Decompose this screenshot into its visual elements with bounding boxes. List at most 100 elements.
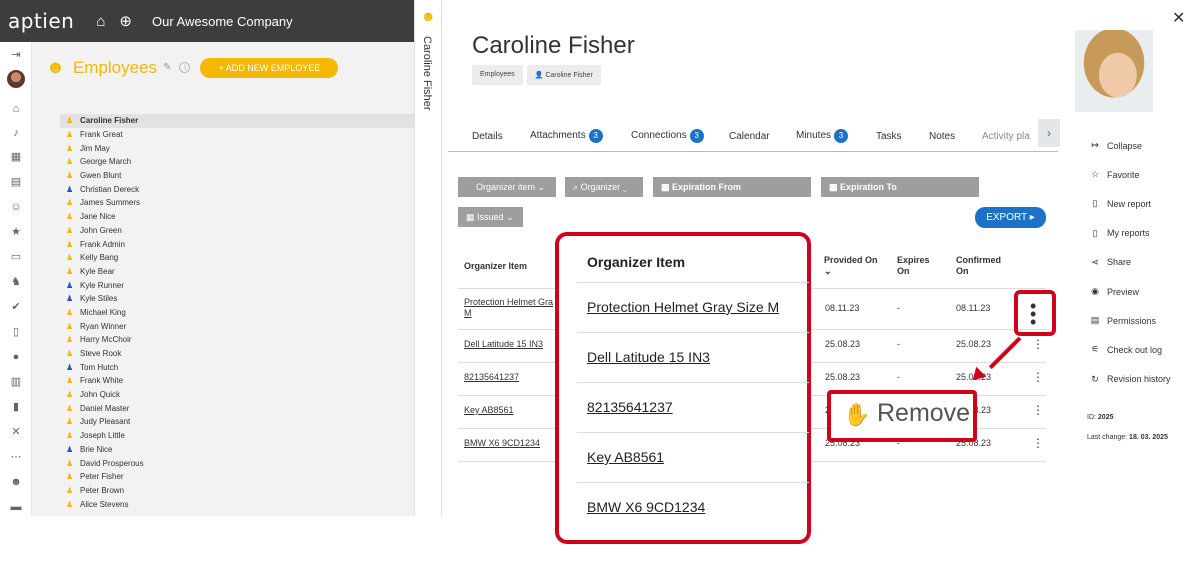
calendar-icon[interactable]: ▦: [9, 150, 23, 164]
row-menu-icon[interactable]: ⋮: [1032, 370, 1044, 384]
tab-notes[interactable]: Notes: [929, 131, 955, 142]
employee-list-item[interactable]: ♟ Michael King: [60, 306, 414, 320]
zoom-item[interactable]: Protection Helmet Gray Size M: [587, 299, 779, 315]
zoom-item[interactable]: 82135641237: [587, 399, 673, 415]
user-avatar[interactable]: [7, 70, 25, 88]
organizer-item-filter[interactable]: Organizer item ⌄: [458, 177, 556, 197]
employee-list-item[interactable]: ♟ George March: [60, 155, 414, 169]
export-button[interactable]: EXPORT ▸: [975, 207, 1046, 228]
tab-connections[interactable]: Connections 3: [631, 129, 704, 143]
employee-list-item[interactable]: ♟ Judy Pleasant: [60, 415, 414, 429]
organizer-item-link[interactable]: 82135641237: [464, 372, 519, 383]
employee-list-item[interactable]: ♟ Peter Fisher: [60, 470, 414, 484]
file-icon[interactable]: ▯: [9, 325, 23, 339]
tab-attachments[interactable]: Attachments 3: [530, 129, 603, 143]
more-options-icon[interactable]: • • •: [1030, 297, 1036, 331]
organizer-item-link[interactable]: Dell Latitude 15 IN3: [464, 339, 543, 350]
zoom-item[interactable]: Dell Latitude 15 IN3: [587, 349, 710, 365]
employee-list-item[interactable]: ♟ John Quick: [60, 388, 414, 402]
column-header-expires-on[interactable]: Expires On: [897, 255, 930, 277]
employee-list-item[interactable]: ♟ David Prosperous: [60, 456, 414, 470]
side-action-share[interactable]: ⋖ Share: [1089, 257, 1131, 268]
side-action-check-out-log[interactable]: ⚟ Check out log: [1089, 344, 1162, 355]
tab-tasks[interactable]: Tasks: [876, 131, 902, 142]
company-name[interactable]: Our Awesome Company: [152, 14, 293, 29]
row-menu-icon[interactable]: ⋮: [1032, 337, 1044, 351]
side-action-my-reports[interactable]: ▯ My reports: [1089, 228, 1150, 239]
tab-minutes[interactable]: Minutes 3: [796, 129, 849, 143]
employee-list-item[interactable]: ♟ Jim May: [60, 141, 414, 155]
row-menu-icon[interactable]: ⋮: [1032, 403, 1044, 417]
side-action-favorite[interactable]: ☆ Favorite: [1089, 169, 1140, 180]
employee-list-item[interactable]: ♟ Joseph Little: [60, 429, 414, 443]
employee-list-item[interactable]: ♟ Brie Nice: [60, 443, 414, 457]
expiration-from-filter[interactable]: ▦ Expiration From: [653, 177, 811, 197]
employee-list-item[interactable]: ♟ John Green: [60, 224, 414, 238]
employee-list-item[interactable]: ♟ Kelly Bang: [60, 251, 414, 265]
zoom-item[interactable]: BMW X6 9CD1234: [587, 499, 705, 515]
close-icon[interactable]: ✕: [1172, 8, 1185, 28]
employee-list-item[interactable]: ♟ Steve Rook: [60, 347, 414, 361]
column-header-organizer-item[interactable]: Organizer Item: [464, 261, 527, 272]
group-icon[interactable]: ☻: [9, 475, 23, 489]
remove-callout[interactable]: ✋ Remove: [827, 390, 977, 442]
tab-calendar[interactable]: Calendar: [729, 131, 770, 142]
organizer-filter[interactable]: ⌕ Organizer ⌄: [565, 177, 643, 197]
side-action-preview[interactable]: ◉ Preview: [1089, 286, 1139, 297]
employee-list-item[interactable]: ♟ Frank Great: [60, 128, 414, 142]
side-action-collapse[interactable]: ↦ Collapse: [1089, 140, 1142, 151]
pencil-icon[interactable]: ✎: [163, 62, 171, 73]
employee-list-item[interactable]: ♟ Christian Dereck: [60, 182, 414, 196]
employee-list-item[interactable]: ♟ Ryan Winner: [60, 319, 414, 333]
person-nav-icon[interactable]: ●: [9, 350, 23, 364]
organizer-item-link[interactable]: Protection Helmet Gra: [464, 297, 553, 308]
employee-list-item[interactable]: ♟ Gwen Blunt: [60, 169, 414, 183]
employee-list-item[interactable]: ♟ Frank Admin: [60, 237, 414, 251]
employee-list-item[interactable]: ♟ James Summers: [60, 196, 414, 210]
record-side-tab[interactable]: ☻ Caroline Fisher: [414, 0, 442, 516]
dog-icon[interactable]: ♞: [9, 275, 23, 289]
tab-details[interactable]: Details: [472, 131, 503, 142]
books-icon[interactable]: ▮: [9, 400, 23, 414]
employee-list-item[interactable]: ♟ Kyle Bear: [60, 265, 414, 279]
add-employee-button[interactable]: + ADD NEW EMPLOYEE: [200, 57, 339, 78]
tabs-scroll-right-button[interactable]: ›: [1038, 119, 1060, 147]
employee-list-item[interactable]: ♟ Kyle Stiles: [60, 292, 414, 306]
office-icon[interactable]: ▥: [9, 375, 23, 389]
side-action-new-report[interactable]: ▯ New report: [1089, 198, 1152, 209]
issued-filter[interactable]: ▦ Issued ⌄: [458, 207, 523, 227]
bell-icon[interactable]: ♪: [9, 126, 23, 140]
grid-icon[interactable]: ⋯: [9, 450, 23, 464]
people-icon[interactable]: ☺: [9, 200, 23, 214]
app-logo[interactable]: aptien: [8, 9, 74, 33]
star-icon[interactable]: ★: [9, 225, 23, 239]
tools-icon[interactable]: ✕: [9, 425, 23, 439]
expand-nav-icon[interactable]: ⇥: [9, 48, 23, 62]
employee-list-item[interactable]: ♟ Alice Stevens: [60, 497, 414, 511]
home-nav-icon[interactable]: ⌂: [9, 102, 23, 116]
zoom-item[interactable]: Key AB8561: [587, 449, 664, 465]
organizer-item-link[interactable]: M: [464, 308, 472, 319]
check-icon[interactable]: ✔: [9, 300, 23, 314]
breadcrumb-employees[interactable]: Employees: [472, 65, 523, 85]
employee-list-item[interactable]: ♟ Caroline Fisher: [60, 114, 414, 128]
employee-list-item[interactable]: ♟ Daniel Master: [60, 401, 414, 415]
employee-list-item[interactable]: ♟ Tom Hutch: [60, 360, 414, 374]
column-header-confirmed-on[interactable]: Confirmed On: [956, 255, 1001, 277]
employee-list-item[interactable]: ♟ Jane Nice: [60, 210, 414, 224]
info-icon[interactable]: i: [179, 62, 191, 73]
employee-list-item[interactable]: ♟ Kyle Runner: [60, 278, 414, 292]
document-icon[interactable]: ▭: [9, 250, 23, 264]
organizer-item-link[interactable]: Key AB8561: [464, 405, 514, 416]
breadcrumb-person[interactable]: 👤 Caroline Fisher: [526, 65, 601, 85]
add-icon[interactable]: ⊕: [119, 12, 132, 30]
employee-list-item[interactable]: ♟ Harry McChoir: [60, 333, 414, 347]
tab-activity-plan[interactable]: Activity pla: [982, 131, 1030, 142]
organizer-item-link[interactable]: BMW X6 9CD1234: [464, 438, 540, 449]
building-icon[interactable]: ▤: [9, 175, 23, 189]
employee-list-item[interactable]: ♟ Frank White: [60, 374, 414, 388]
expiration-to-filter[interactable]: ▦ Expiration To: [821, 177, 979, 197]
row-menu-icon[interactable]: ⋮: [1032, 436, 1044, 450]
side-action-revision-history[interactable]: ↻ Revision history: [1089, 374, 1170, 385]
side-action-permissions[interactable]: ▤ Permissions: [1089, 315, 1156, 326]
